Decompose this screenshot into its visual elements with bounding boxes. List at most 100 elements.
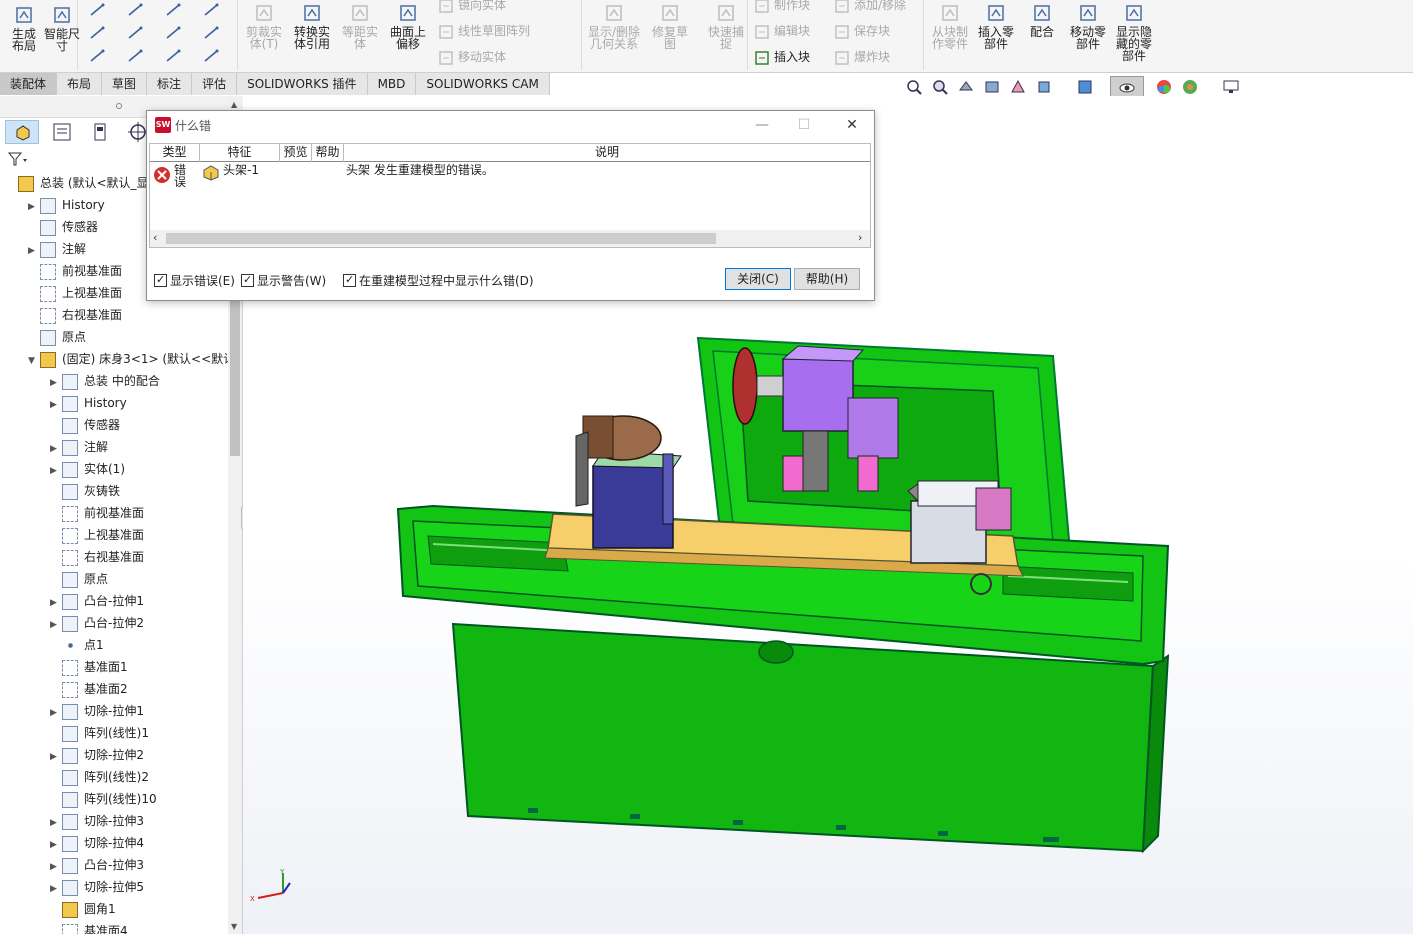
line-icon[interactable] bbox=[88, 2, 108, 18]
tree-item[interactable]: ▼ (固定) 床身3<1> (默认<<默认> bbox=[28, 348, 228, 370]
tree-item[interactable]: 基准面1 bbox=[50, 656, 128, 678]
scroll-right-arrow-icon[interactable]: › bbox=[858, 231, 862, 244]
collapse-handle-icon[interactable] bbox=[116, 103, 122, 109]
point-icon[interactable] bbox=[164, 48, 184, 64]
add-remove-button[interactable]: 添加/移除 bbox=[834, 0, 906, 14]
expand-arrow-icon[interactable]: ▶ bbox=[50, 746, 62, 768]
tree-item[interactable]: 总装 (默认<默认_显示 bbox=[6, 172, 161, 194]
grid-horizontal-scrollbar[interactable]: ‹ › bbox=[150, 230, 870, 247]
quick-snaps-button[interactable]: 快速捕 捉 bbox=[698, 2, 754, 50]
ellipse-icon[interactable] bbox=[202, 25, 222, 41]
show-errors-checkbox[interactable]: 显示错误(E) bbox=[154, 272, 235, 289]
tree-item[interactable]: ▶ 凸台-拉伸1 bbox=[50, 590, 144, 612]
tree-item[interactable]: 上视基准面 bbox=[50, 524, 144, 546]
display-style-icon[interactable] bbox=[1076, 78, 1094, 96]
tree-item[interactable]: ▶ History bbox=[28, 194, 105, 216]
tab-feature-manager[interactable] bbox=[5, 120, 39, 144]
dynamic-annotation-icon[interactable] bbox=[1009, 78, 1027, 96]
expand-arrow-icon[interactable]: ▶ bbox=[50, 438, 62, 460]
offset-entities-button[interactable]: 等距实 体 bbox=[336, 2, 384, 50]
property-manager-icon[interactable] bbox=[48, 120, 76, 144]
tree-item[interactable]: 点1 bbox=[50, 634, 104, 656]
spline-icon[interactable] bbox=[126, 2, 146, 18]
insert-component-button[interactable]: 插入零 部件 bbox=[972, 2, 1020, 50]
tree-item[interactable]: ▶ 凸台-拉伸3 bbox=[50, 854, 144, 876]
column-header-description[interactable]: 说明 bbox=[344, 144, 870, 162]
tree-item[interactable]: 前视基准面 bbox=[28, 260, 122, 282]
rectangle-icon[interactable] bbox=[88, 25, 108, 41]
column-header-type[interactable]: 类型 bbox=[150, 144, 200, 162]
tree-item[interactable]: ▶ 注解 bbox=[50, 436, 108, 458]
fillet-icon[interactable] bbox=[126, 48, 146, 64]
tree-item[interactable]: ▶ 总装 中的配合 bbox=[50, 370, 160, 392]
hide-show-items-button[interactable] bbox=[1110, 76, 1144, 98]
zoom-to-area-icon[interactable] bbox=[931, 78, 949, 96]
tab-1[interactable]: 布局 bbox=[57, 73, 103, 95]
move-entities-button[interactable]: 移动实体 bbox=[438, 48, 506, 66]
move-component-button[interactable]: 移动零 部件 bbox=[1064, 2, 1112, 50]
expand-arrow-icon[interactable]: ▶ bbox=[28, 196, 40, 218]
column-header-help[interactable]: 帮助 bbox=[312, 144, 344, 162]
smart-dimension-button[interactable]: 智能尺 寸 bbox=[42, 4, 82, 52]
circle-icon[interactable] bbox=[164, 2, 184, 18]
table-row[interactable]: 错 误 头架-1 头架 发生重建模型的错误。 bbox=[150, 162, 870, 196]
tab-6[interactable]: MBD bbox=[367, 73, 417, 95]
grid-scroll-thumb[interactable] bbox=[166, 233, 716, 244]
slot-icon[interactable] bbox=[164, 25, 184, 41]
tree-item[interactable]: 传感器 bbox=[28, 216, 98, 238]
text-icon[interactable] bbox=[88, 48, 108, 64]
relations-button[interactable]: 显示/删除 几何关系 bbox=[586, 2, 642, 50]
tree-item[interactable]: ▶ 切除-拉伸3 bbox=[50, 810, 144, 832]
expand-arrow-icon[interactable]: ▶ bbox=[50, 592, 62, 614]
minimize-icon[interactable]: — bbox=[747, 115, 777, 135]
insert-block-button[interactable]: 插入块 bbox=[754, 48, 810, 66]
tree-item[interactable]: 阵列(线性)10 bbox=[50, 788, 157, 810]
zoom-to-fit-icon[interactable] bbox=[905, 78, 923, 96]
view-orientation-icon[interactable] bbox=[1035, 78, 1053, 96]
expand-arrow-icon[interactable]: ▶ bbox=[50, 812, 62, 834]
tree-item[interactable]: 圆角1 bbox=[50, 898, 116, 920]
apply-scene-icon[interactable] bbox=[1181, 78, 1199, 96]
show-hidden-button[interactable]: 显示隐 藏的零 部件 bbox=[1110, 2, 1158, 62]
tree-item[interactable]: 前视基准面 bbox=[50, 502, 144, 524]
tree-item[interactable]: ▶ 切除-拉伸4 bbox=[50, 832, 144, 854]
tab-2[interactable]: 草图 bbox=[102, 73, 148, 95]
tab-5[interactable]: SOLIDWORKS 插件 bbox=[237, 73, 368, 95]
convert-entities-button[interactable]: 转换实 体引用 bbox=[288, 2, 336, 50]
tree-item[interactable]: 阵列(线性)2 bbox=[50, 766, 149, 788]
tab-7[interactable]: SOLIDWORKS CAM bbox=[416, 73, 550, 95]
section-view-icon[interactable] bbox=[983, 78, 1001, 96]
tab-4[interactable]: 评估 bbox=[192, 73, 238, 95]
expand-arrow-icon[interactable]: ▶ bbox=[50, 834, 62, 856]
configuration-manager-icon[interactable] bbox=[86, 120, 114, 144]
tab-0[interactable]: 装配体 bbox=[0, 73, 58, 95]
linear-pattern-button[interactable]: 线性草图阵列 bbox=[438, 22, 530, 40]
tree-item[interactable]: ▶ 注解 bbox=[28, 238, 86, 260]
help-button[interactable]: 帮助(H) bbox=[794, 268, 860, 290]
column-header-feature[interactable]: 特征 bbox=[200, 144, 280, 162]
scroll-left-arrow-icon[interactable]: ‹ bbox=[153, 231, 157, 244]
part-from-block-button[interactable]: 从块制 作零件 bbox=[926, 2, 974, 50]
tree-item[interactable]: 基准面4 bbox=[50, 920, 128, 934]
show-warnings-checkbox[interactable]: 显示警告(W) bbox=[241, 272, 326, 289]
repair-sketch-button[interactable]: 修复草 图 bbox=[642, 2, 698, 50]
tree-item[interactable]: ▶ 实体(1) bbox=[50, 458, 125, 480]
expand-arrow-icon[interactable]: ▶ bbox=[50, 394, 62, 416]
tree-item[interactable]: 上视基准面 bbox=[28, 282, 122, 304]
offset-on-surface-button[interactable]: 曲面上 偏移 bbox=[384, 2, 432, 50]
expand-arrow-icon[interactable]: ▶ bbox=[50, 878, 62, 900]
edit-appearance-icon[interactable] bbox=[1155, 78, 1173, 96]
tab-3[interactable]: 标注 bbox=[147, 73, 193, 95]
tree-item[interactable]: 右视基准面 bbox=[28, 304, 122, 326]
dialog-title-bar[interactable]: SW 什么错 — ☐ ✕ bbox=[147, 111, 874, 139]
save-block-button[interactable]: 保存块 bbox=[834, 22, 890, 40]
tree-item[interactable]: 传感器 bbox=[50, 414, 120, 436]
column-header-preview[interactable]: 预览 bbox=[280, 144, 312, 162]
tree-item[interactable]: ▶ 切除-拉伸5 bbox=[50, 876, 144, 898]
expand-arrow-icon[interactable]: ▶ bbox=[50, 614, 62, 636]
expand-arrow-icon[interactable]: ▶ bbox=[50, 856, 62, 878]
show-during-rebuild-checkbox[interactable]: 在重建模型过程中显示什么错(D) bbox=[343, 272, 534, 289]
tree-item[interactable]: 原点 bbox=[50, 568, 108, 590]
view-settings-icon[interactable] bbox=[1222, 78, 1240, 96]
centerline-icon[interactable] bbox=[202, 48, 222, 64]
